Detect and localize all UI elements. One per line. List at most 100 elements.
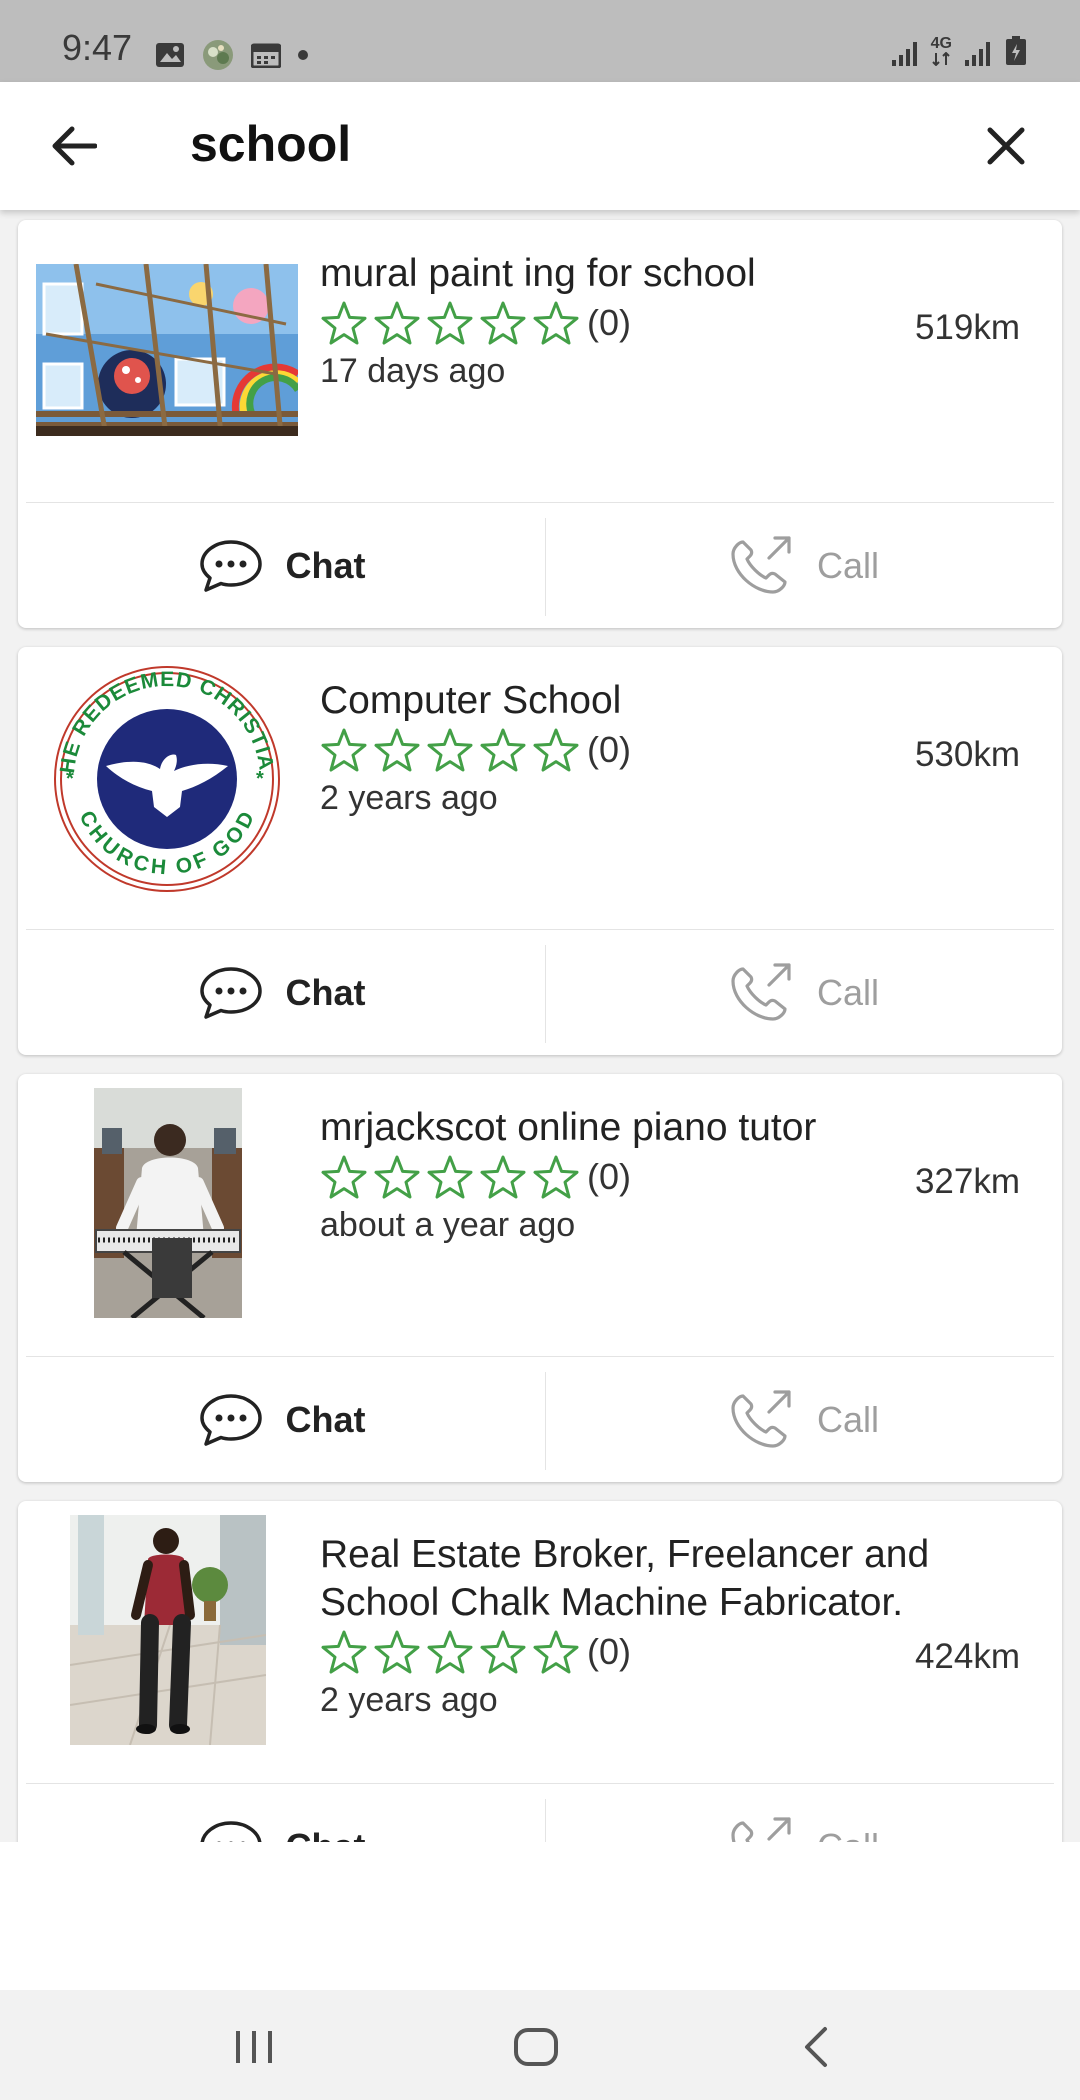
star-empty-icon [374,301,420,345]
distance: 519km [914,308,1020,347]
call-label: Call [816,1398,879,1440]
rating-stars: (0) [320,727,631,773]
star-empty-icon [374,1630,420,1674]
image-icon [156,43,184,67]
calendar-icon [251,43,281,68]
distance: 530km [914,735,1020,774]
list-item[interactable]: THE REDEEMED CHRISTIAN CHURCH OF GOD * *… [18,647,1062,1055]
call-button[interactable]: Call [546,503,1062,628]
star-empty-icon [533,728,579,772]
chat-bubble-icon [199,539,262,592]
star-empty-icon [427,1630,473,1674]
listing-image-piano [94,1088,242,1318]
call-label: Call [816,971,879,1013]
call-button[interactable]: Call [546,930,1062,1055]
back-button[interactable] [44,116,104,176]
distance: 424km [914,1637,1020,1676]
rating-stars: (0) [320,300,631,346]
home-icon [514,2028,558,2066]
4g-icon: 4G [931,36,952,66]
listing-title[interactable]: Computer School [320,677,1040,725]
star-empty-icon [321,301,367,345]
chat-label: Chat [286,1826,366,1843]
app-icon [203,40,233,70]
outgoing-call-icon [731,1816,791,1842]
call-button[interactable]: Call [546,1357,1062,1482]
chat-label: Chat [285,544,366,586]
star-empty-icon [533,301,579,345]
chat-label: Chat [285,971,366,1013]
star-empty-icon [321,1630,367,1674]
chat-button[interactable]: Chat [18,1357,545,1482]
chat-button[interactable]: Chat [18,503,545,628]
listing-image-mural [36,264,298,436]
results-list[interactable]: mural paint ing for school (0) 519km 17 … [0,210,1080,1842]
network-label: 4G [930,35,952,52]
rating-count: (0) [587,729,631,770]
chat-bubble-icon [199,966,262,1019]
back-icon [805,2027,827,2067]
svg-text:*: * [66,768,74,790]
recent-apps-icon [236,2031,272,2063]
rating-count: (0) [587,302,631,343]
star-empty-icon [533,1630,579,1674]
chat-label: Chat [285,1398,366,1440]
rating-count: (0) [587,1631,631,1672]
signal-icon [891,42,917,66]
rating-stars: (0) [320,1154,631,1200]
outgoing-call-icon [731,1389,791,1448]
outgoing-call-icon [731,535,791,594]
home-button[interactable] [496,2012,576,2082]
status-time: 9:47 [62,27,133,68]
star-empty-icon [427,1155,473,1199]
status-bar: 9:47 4G [0,0,1080,82]
listing-image-broker [70,1515,266,1745]
listing-title[interactable]: Real Estate Broker, Freelancer and Schoo… [320,1531,1040,1627]
list-item[interactable]: mrjackscot online piano tutor (0) 327km … [18,1074,1062,1482]
distance: 327km [914,1162,1020,1201]
svg-text:*: * [256,768,264,790]
posted-time: 17 days ago [320,352,506,390]
call-label: Call [816,544,879,586]
star-empty-icon [374,728,420,772]
star-empty-icon [374,1155,420,1199]
church-logo: THE REDEEMED CHRISTIAN CHURCH OF GOD * * [36,661,298,897]
list-item[interactable]: Real Estate Broker, Freelancer and Schoo… [18,1501,1062,1842]
star-empty-icon [321,728,367,772]
recent-apps-button[interactable] [214,2012,294,2082]
rating-count: (0) [587,1156,631,1197]
status-right-icons: 4G [891,36,1028,66]
outgoing-call-icon [731,962,791,1021]
star-empty-icon [427,728,473,772]
posted-time: 2 years ago [320,1681,498,1719]
search-header: school [0,82,1080,210]
star-empty-icon [480,728,526,772]
clear-search-button[interactable] [976,116,1036,176]
star-empty-icon [321,1155,367,1199]
list-item[interactable]: mural paint ing for school (0) 519km 17 … [18,220,1062,628]
system-nav-bar [0,1990,1080,2100]
chat-bubble-icon [200,1820,261,1842]
close-icon [987,127,1025,165]
battery-icon [1006,36,1026,65]
chat-button[interactable]: Chat [18,1784,545,1842]
arrow-left-icon [52,126,97,166]
search-query[interactable]: school [190,114,351,174]
star-empty-icon [480,1630,526,1674]
back-nav-button[interactable] [776,2012,856,2082]
star-empty-icon [427,301,473,345]
status-left-icons [155,38,309,72]
chat-bubble-icon [199,1393,262,1446]
listing-title[interactable]: mural paint ing for school [320,250,1040,298]
signal-icon [965,42,990,66]
empty-area [0,1842,1080,1990]
dot-icon [298,50,308,60]
star-empty-icon [480,301,526,345]
posted-time: 2 years ago [320,779,498,817]
chat-button[interactable]: Chat [18,930,545,1055]
star-empty-icon [480,1155,526,1199]
star-empty-icon [533,1155,579,1199]
call-label: Call [817,1826,879,1843]
listing-title[interactable]: mrjackscot online piano tutor [320,1104,1040,1152]
call-button[interactable]: Call [546,1784,1062,1842]
